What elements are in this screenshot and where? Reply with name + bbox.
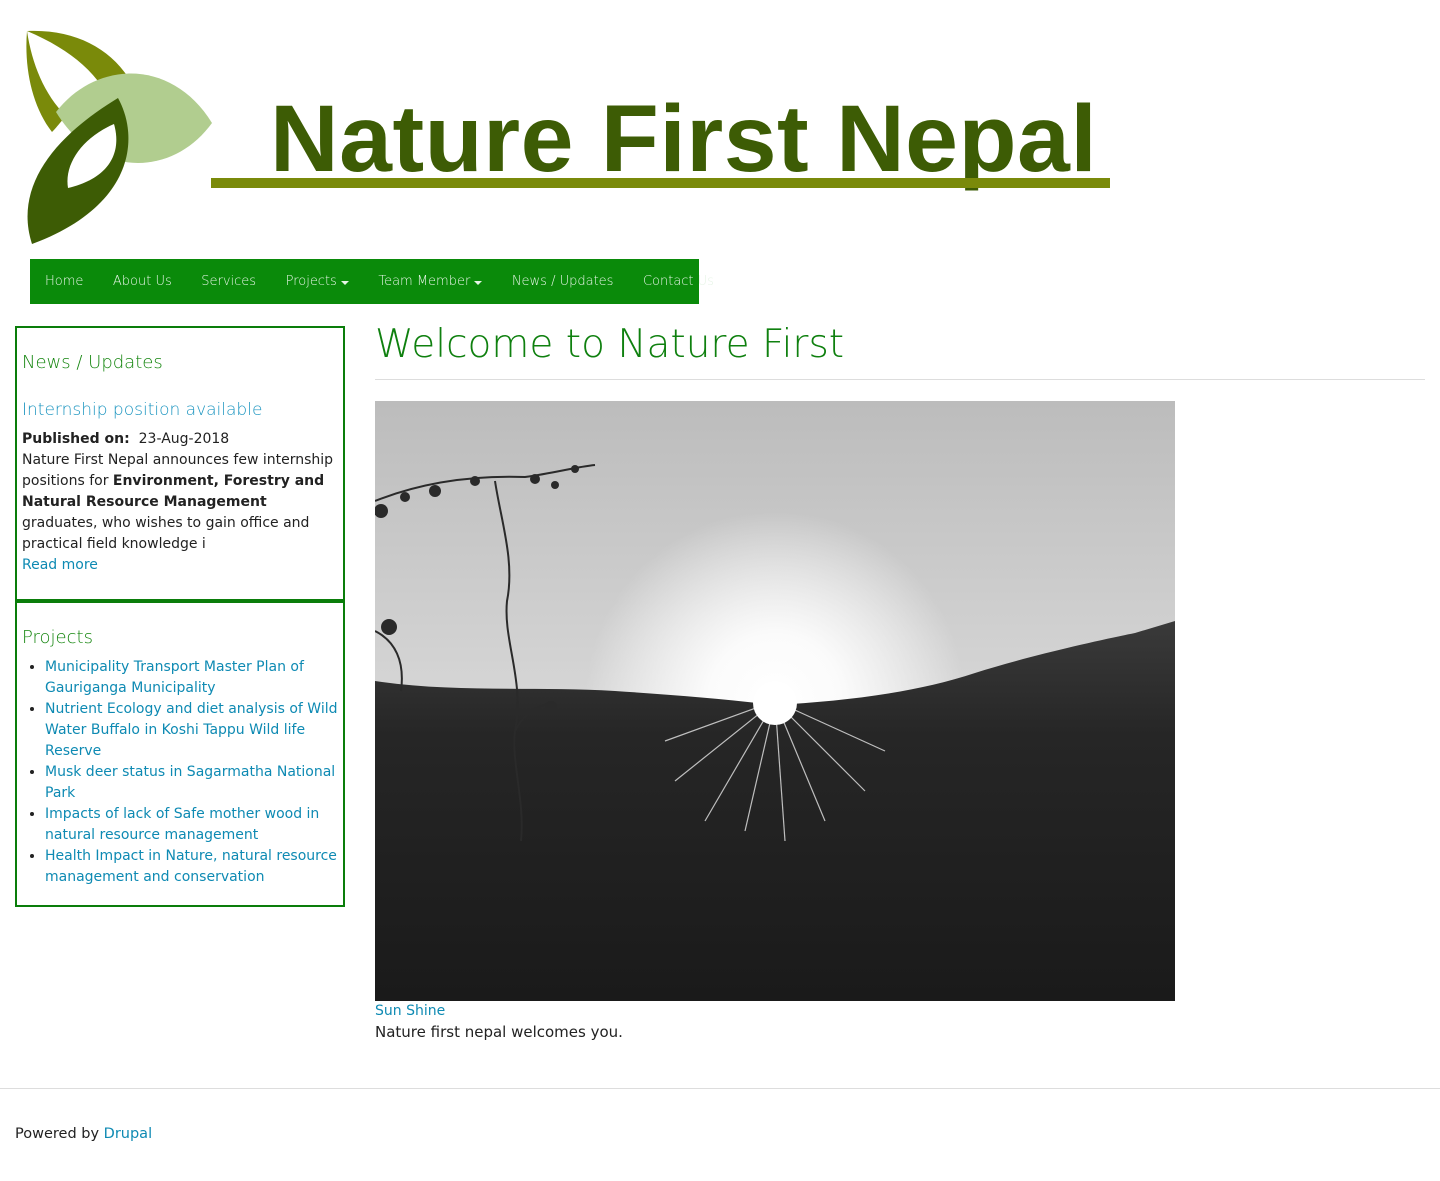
nav-label: Projects	[285, 274, 337, 289]
list-item: Musk deer status in Sagarmatha National …	[45, 762, 338, 804]
list-item: Health Impact in Nature, natural resourc…	[45, 846, 338, 888]
footer-divider	[0, 1088, 1440, 1089]
sunrise-photo	[375, 401, 1175, 1001]
logo-underline	[211, 178, 1110, 188]
summary-text: graduates, who wishes to gain office and…	[22, 515, 310, 552]
caret-down-icon	[474, 280, 483, 285]
nav-label: About Us	[112, 274, 172, 289]
drupal-link[interactable]: Drupal	[104, 1126, 152, 1142]
image-caption-link[interactable]: Sun Shine	[375, 1001, 445, 1022]
project-link[interactable]: Musk deer status in Sagarmatha National …	[45, 764, 335, 801]
nav-label: Team Member	[378, 274, 471, 289]
main-navbar: Home About Us Services Projects Team Mem…	[30, 259, 714, 304]
leaf-logo-icon	[26, 30, 212, 244]
list-item: Municipality Transport Master Plan of Ga…	[45, 657, 338, 699]
news-item-title-link[interactable]: Internship position available	[22, 400, 338, 420]
powered-by-text: Powered by	[15, 1126, 104, 1142]
footer: Powered by Drupal	[15, 1124, 152, 1145]
hero-image	[375, 401, 1175, 1001]
news-updates-block: News / Updates Internship position avail…	[15, 326, 345, 601]
image-caption-text: Nature first nepal welcomes you.	[375, 1023, 623, 1041]
nav-label: Services	[201, 274, 257, 289]
projects-block: Projects Municipality Transport Master P…	[15, 601, 345, 907]
news-item-summary: Nature First Nepal announces few interns…	[22, 450, 338, 555]
list-item: Nutrient Ecology and diet analysis of Wi…	[45, 699, 338, 762]
nav-contact-us[interactable]: Contact Us	[643, 274, 714, 289]
caret-down-icon	[340, 280, 349, 285]
nav-projects-dropdown[interactable]: Projects	[286, 274, 349, 289]
nav-home[interactable]: Home	[45, 274, 83, 289]
news-block-title: News / Updates	[22, 352, 163, 373]
project-link[interactable]: Nutrient Ecology and diet analysis of Wi…	[45, 701, 338, 759]
project-link[interactable]: Municipality Transport Master Plan of Ga…	[45, 659, 304, 696]
project-link[interactable]: Impacts of lack of Safe mother wood in n…	[45, 806, 319, 843]
site-name: Nature First Nepal	[270, 86, 1098, 192]
projects-list: Municipality Transport Master Plan of Ga…	[22, 657, 338, 888]
read-more-link[interactable]: Read more	[22, 555, 338, 576]
list-item: Impacts of lack of Safe mother wood in n…	[45, 804, 338, 846]
nav-label: News / Updates	[511, 274, 614, 289]
projects-block-title: Projects	[22, 627, 93, 648]
published-line: Published on: 23-Aug-2018	[22, 429, 338, 450]
published-label: Published on:	[22, 431, 130, 447]
page-title: Welcome to Nature First	[375, 322, 845, 367]
divider	[375, 379, 1425, 380]
site-logo[interactable]: Nature First Nepal	[22, 28, 1114, 248]
nav-services[interactable]: Services	[201, 274, 256, 289]
nav-label: Contact Us	[642, 274, 714, 289]
published-date: 23-Aug-2018	[138, 431, 230, 447]
nav-news-updates[interactable]: News / Updates	[512, 274, 614, 289]
nav-label: Home	[45, 274, 84, 289]
project-link[interactable]: Health Impact in Nature, natural resourc…	[45, 848, 337, 885]
nav-about-us[interactable]: About Us	[113, 274, 172, 289]
nav-team-member-dropdown[interactable]: Team Member	[378, 274, 483, 289]
